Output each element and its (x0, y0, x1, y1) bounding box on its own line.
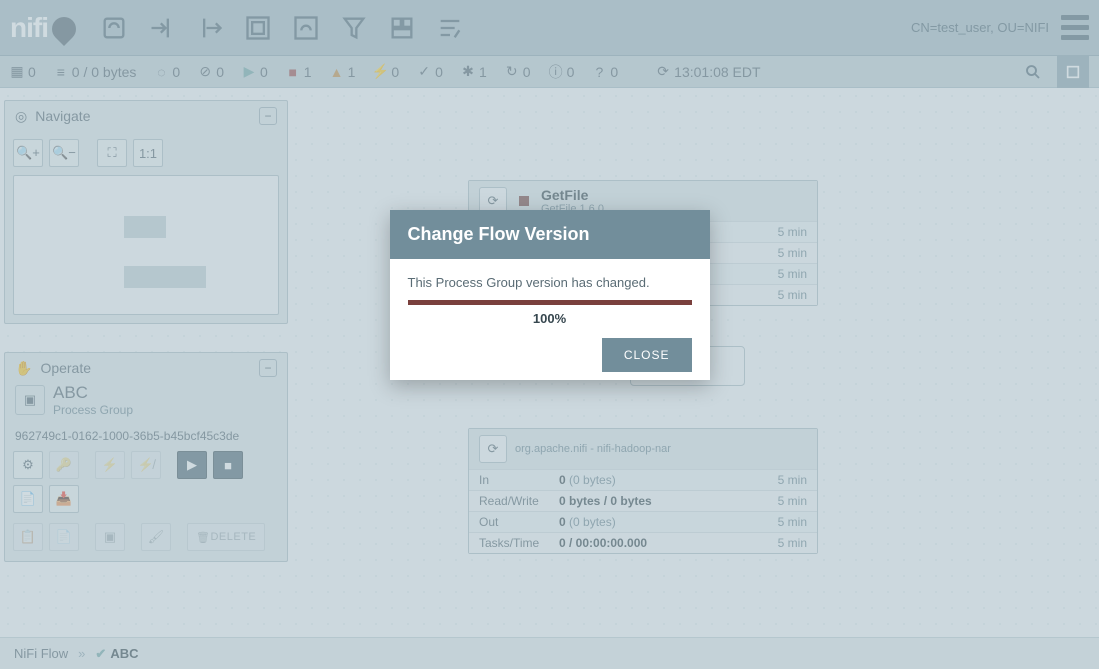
progress-bar (408, 300, 692, 305)
modal-overlay: Change Flow Version This Process Group v… (0, 0, 1099, 669)
progress-label: 100% (408, 311, 692, 326)
dialog-title: Change Flow Version (390, 210, 710, 259)
change-flow-version-dialog: Change Flow Version This Process Group v… (390, 210, 710, 380)
progress-fill (408, 300, 692, 305)
dialog-message: This Process Group version has changed. (408, 275, 692, 290)
close-button[interactable]: CLOSE (602, 338, 692, 372)
